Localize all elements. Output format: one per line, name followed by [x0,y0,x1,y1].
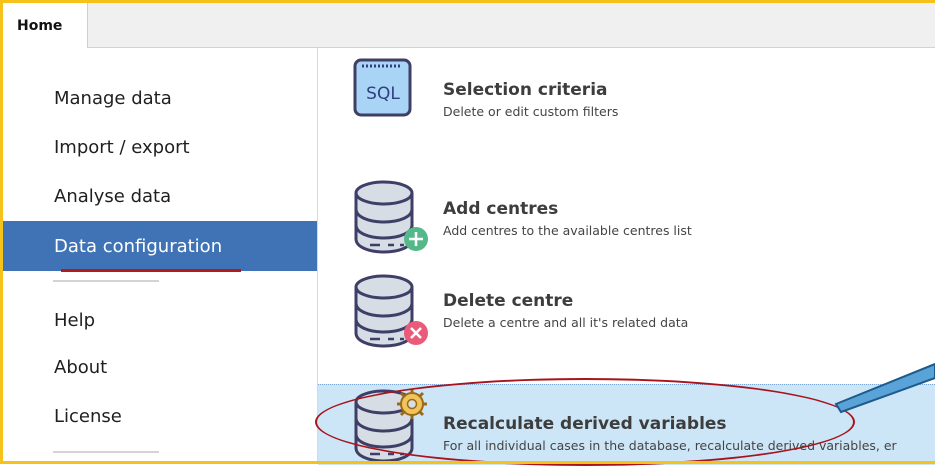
action-selection-criteria[interactable]: SQL Selection criteria Delete or edit cu… [318,54,935,134]
action-title: Delete centre [443,291,574,311]
action-description: For all individual cases in the database… [443,438,897,453]
sidebar-separator [53,451,159,453]
action-title: Selection criteria [443,80,608,100]
sidebar-item-license[interactable]: License [3,392,317,440]
sidebar-item-analyse-data[interactable]: Analyse data [3,172,317,220]
main-content: SQL Selection criteria Delete or edit cu… [318,48,935,465]
sidebar-item-help[interactable]: Help [3,296,317,344]
database-delete-icon [354,274,428,348]
sidebar: Manage data Import / export Analyse data… [3,48,318,464]
action-description: Delete or edit custom filters [443,104,619,119]
svg-text:SQL: SQL [366,84,400,104]
tab-home[interactable]: Home [3,3,88,48]
action-recalculate-derived-variables[interactable]: Recalculate derived variables For all in… [318,384,935,465]
sidebar-separator [53,280,159,282]
action-delete-centre[interactable]: Delete centre Delete a centre and all it… [318,270,935,358]
action-add-centres[interactable]: Add centres Add centres to the available… [318,176,935,264]
sql-icon: SQL [353,58,412,117]
sidebar-item-import-export[interactable]: Import / export [3,123,317,171]
action-title: Add centres [443,199,559,219]
tab-bar: Home [3,3,935,48]
action-title: Recalculate derived variables [443,414,727,434]
sidebar-item-manage-data[interactable]: Manage data [3,74,317,122]
sidebar-item-about[interactable]: About [3,343,317,391]
annotation-underline [61,269,241,272]
database-add-icon [354,180,428,254]
action-description: Delete a centre and all it's related dat… [443,315,689,330]
database-gear-icon [354,389,427,463]
action-description: Add centres to the available centres lis… [443,223,692,238]
sidebar-item-data-configuration[interactable]: Data configuration [3,221,317,271]
